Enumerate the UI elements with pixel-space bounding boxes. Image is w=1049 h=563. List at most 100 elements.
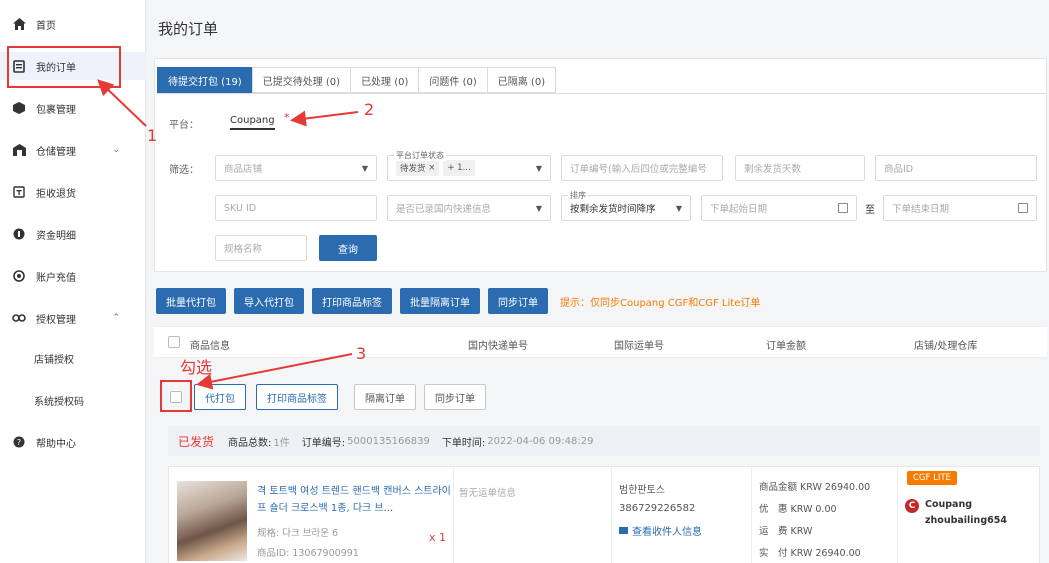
order-detail: 격 토트백 여성 트렌드 핸드백 캔버스 스트라이프 숄더 크로스백 1종, 다… [168,466,1040,563]
order-summary-bar: 已发货 商品总数: 1件 订单编号: 5000135166839 下单时间: 2… [168,426,1040,456]
shop-name: Coupang zhoubailing654 [925,499,1007,526]
sidebar-subitem-system-auth-code[interactable]: 系统授权码 [0,387,146,413]
col-product-info: 商品信息 [190,341,230,352]
svg-text:?: ? [17,438,21,447]
caret-down-icon: ▼ [361,164,368,173]
sidebar-item-label: 包裹管理 [36,104,76,116]
sidebar-item-authorization[interactable]: 授权管理 ⌃ [0,304,146,332]
home-icon [12,17,26,31]
col-international-waybill: 国际运单号 [614,341,664,352]
store-select[interactable]: 商品店铺 ▼ [215,155,377,181]
sync-orders-button[interactable]: 同步订单 [488,288,548,314]
annotation-number-1: 1 [147,126,158,145]
platform-selector[interactable]: Coupang [230,115,275,130]
product-thumbnail[interactable] [177,481,247,561]
col-divider [751,467,752,563]
sidebar-item-home[interactable]: 首页 [0,10,146,38]
product-qty: x 1 [429,531,447,544]
platform-status-select[interactable]: 平台订单状态 待发货 × + 1... ▼ [387,150,551,181]
sidebar-item-return[interactable]: 拒收退货 [0,178,146,206]
annotation-box-checkbox [160,380,192,412]
spec-name-input[interactable]: 规格名称 [215,235,307,261]
sync-order-button[interactable]: 同步订单 [424,384,486,410]
start-date-input[interactable]: 下单起始日期 [701,195,857,221]
sidebar-subitem-store-auth[interactable]: 店铺授权 [0,345,146,371]
page-title: 我的订单 [158,20,219,38]
remaining-days-input[interactable]: 剩余发货天数 [735,155,865,181]
order-no-input[interactable]: 订单编号(输入后四位或完整编号 [561,155,723,181]
sidebar-item-recharge[interactable]: 账户充值 [0,262,146,290]
product-id: 商品ID: 13067900991 [257,548,359,559]
recharge-icon [12,269,26,283]
calendar-icon [838,203,848,213]
print-labels-button[interactable]: 打印商品标签 [312,288,392,314]
query-button[interactable]: 查询 [319,235,377,261]
select-all-checkbox[interactable] [168,336,180,348]
amount-goods: 商品金额 KRW 26940.00 [759,482,871,493]
order-tabs: 待提交打包 (19) 已提交待处理 (0) 已处理 (0) 问题件 (0) 已隔… [157,67,557,93]
batch-pack-button[interactable]: 批量代打包 [156,288,226,314]
tab-pending-pack[interactable]: 待提交打包 (19) [157,67,252,93]
sync-hint: 提示：仅同步Coupang CGF和CGF Lite订单 [560,297,761,309]
sku-id-input[interactable]: SKU ID [215,195,377,221]
chevron-up-icon[interactable]: ⌃ [112,313,120,323]
filter-card: 待提交打包 (19) 已提交待处理 (0) 已处理 (0) 问题件 (0) 已隔… [154,58,1047,272]
col-order-amount: 订单金额 [766,341,806,352]
col-divider [611,467,612,563]
amount-paid: 实 付 KRW 26940.00 [759,548,861,559]
status-chip: 待发货 × [396,160,440,176]
tab-problem[interactable]: 问题件 (0) [418,67,487,93]
print-label-button[interactable]: 打印商品标签 [256,384,338,410]
order-status: 已发货 [178,434,215,449]
col-domestic-express: 国内快递单号 [468,341,528,352]
product-id-input[interactable]: 商品ID [875,155,1037,181]
date-range-separator: 至 [865,205,875,216]
tab-isolated[interactable]: 已隔离 (0) [486,67,557,93]
caret-down-icon: ▼ [675,204,682,213]
view-receiver-link[interactable]: 查看收件人信息 [619,523,702,538]
package-icon [12,101,26,115]
col-divider [897,467,898,563]
platform-label: 平台： [169,120,199,131]
end-date-input[interactable]: 下单结束日期 [883,195,1037,221]
batch-isolate-button[interactable]: 批量隔离订单 [400,288,480,314]
main-content: 我的订单 待提交打包 (19) 已提交待处理 (0) 已处理 (0) 问题件 (… [146,0,1049,563]
annotation-check-text: 勾选 [180,358,213,377]
action-bar: 批量代打包 导入代打包 打印商品标签 批量隔离订单 同步订单 提示：仅同步Cou… [156,288,760,314]
sidebar-item-label: 帮助中心 [36,438,76,450]
coupang-logo-icon: C [905,499,919,513]
status-more-chip: + 1... [443,160,475,176]
order-total: 1件 [273,437,290,449]
tab-divider [157,93,1046,94]
annotation-number-3: 3 [356,344,367,363]
cgf-lite-badge: CGF LITE [907,471,957,485]
import-pack-button[interactable]: 导入代打包 [234,288,304,314]
col-store-warehouse: 店铺/处理仓库 [914,341,978,352]
product-name-link[interactable]: 격 토트백 여성 트렌드 핸드백 캔버스 스트라이프 숄더 크로스백 1종, 다… [257,483,453,517]
tab-submitted[interactable]: 已提交待处理 (0) [251,67,351,93]
isolate-order-button[interactable]: 隔离订单 [354,384,416,410]
return-icon [12,185,26,199]
domestic-express-select[interactable]: 是否已录国内快递信息 ▼ [387,195,551,221]
sidebar-item-warehouse[interactable]: 仓储管理 ⌄ [0,136,146,164]
calendar-icon [1018,203,1028,213]
pack-button[interactable]: 代打包 [194,384,246,410]
sort-select[interactable]: 排序 按剩余发货时间降序 ▼ [561,190,691,221]
sidebar-item-label: 账户充值 [36,272,76,284]
authorization-icon [12,311,26,325]
tracking-number: 386729226582 [619,503,696,514]
no-tracking-info: 暂无运单信息 [459,488,517,499]
sidebar-item-label: 拒收退货 [36,188,76,200]
tab-processed[interactable]: 已处理 (0) [350,67,419,93]
amount-shipping: 运 费 KRW [759,526,813,537]
chevron-down-icon[interactable]: ⌄ [112,145,120,155]
funds-icon [12,227,26,241]
help-icon: ? [12,435,26,449]
carrier-name: 범한판토스 [619,485,665,496]
sidebar-item-help[interactable]: ? 帮助中心 [0,428,146,456]
sidebar-item-label: 授权管理 [36,314,76,326]
sidebar-item-label: 资金明细 [36,230,76,242]
sidebar-item-funds[interactable]: 资金明细 [0,220,146,248]
product-spec: 规格: 다크 브라운 6 [257,528,339,539]
sidebar-item-package[interactable]: 包裹管理 [0,94,146,122]
